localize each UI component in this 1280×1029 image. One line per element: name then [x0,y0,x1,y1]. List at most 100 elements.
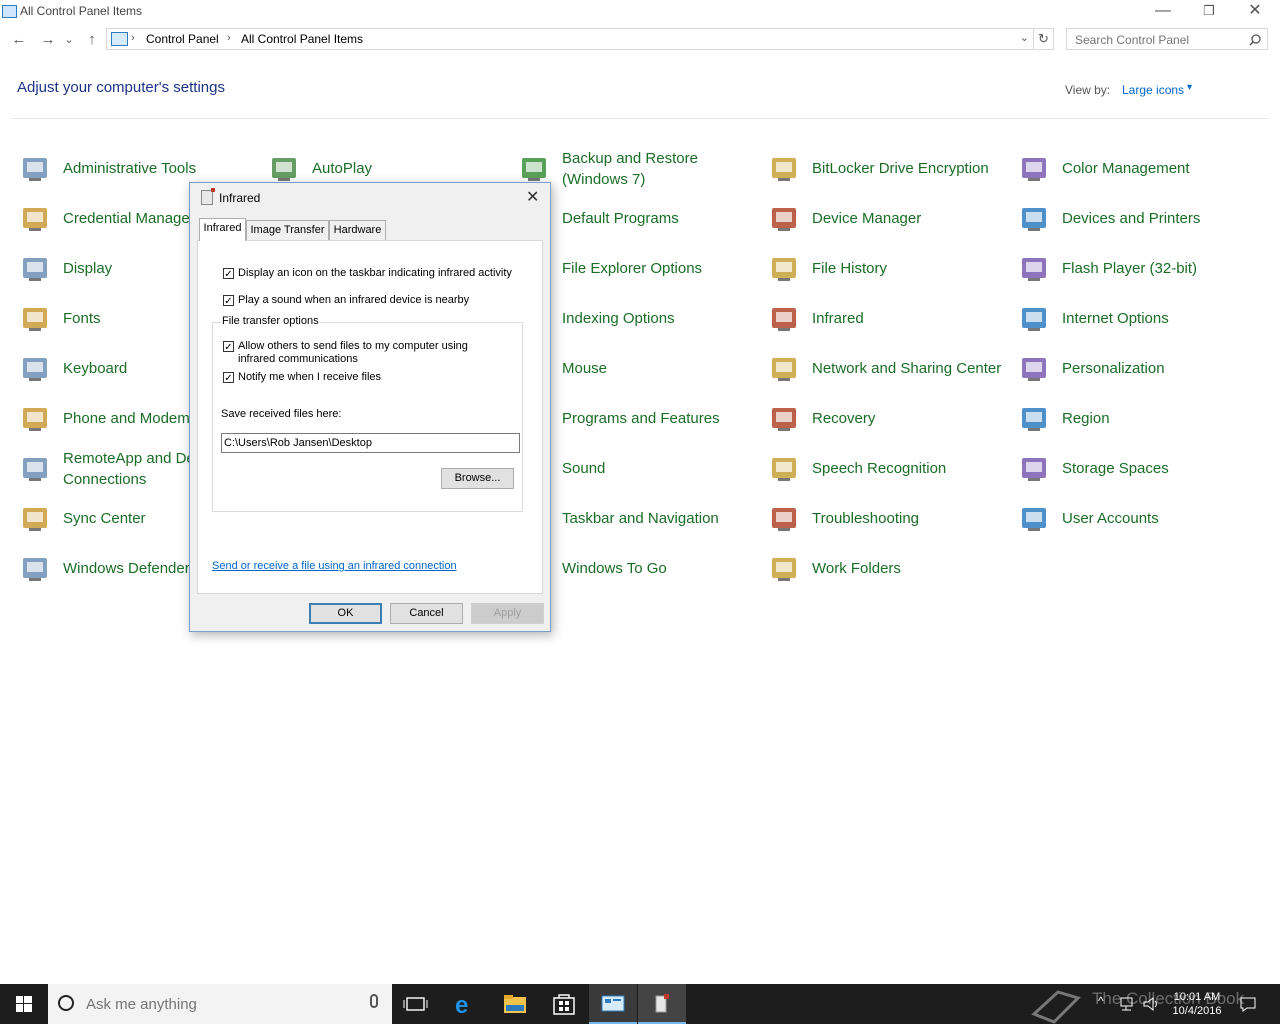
tab-hardware[interactable]: Hardware [329,220,386,240]
control-panel-item-label[interactable]: AutoPlay [312,158,372,179]
control-panel-item[interactable]: Backup and Restore (Windows 7) [518,144,768,194]
control-panel-item-label[interactable]: Indexing Options [562,308,675,329]
control-panel-item-label[interactable]: Speech Recognition [812,458,946,479]
play-sound-checkbox-label[interactable]: Play a sound when an infrared device is … [238,294,528,307]
control-panel-item[interactable]: Device Manager [768,194,1018,244]
control-panel-item[interactable]: User Accounts [1018,494,1268,544]
address-bar[interactable]: › Control Panel › All Control Panel Item… [106,28,1034,50]
back-arrow-icon[interactable]: ← [9,30,29,50]
control-panel-item[interactable]: Windows To Go [518,544,768,594]
caret-down-icon[interactable]: ▾ [1187,82,1192,93]
restore-button[interactable]: ❐ [1186,0,1232,24]
control-panel-item-label[interactable]: Color Management [1062,158,1190,179]
search-icon[interactable] [1249,34,1261,46]
cortana-search-input[interactable] [84,995,348,1014]
save-path-field[interactable]: C:\Users\Rob Jansen\Desktop [221,433,520,453]
search-input[interactable] [1073,31,1247,49]
close-button[interactable]: ✕ [1232,0,1278,24]
view-by-dropdown[interactable]: Large icons [1122,83,1184,97]
control-panel-item-label[interactable]: Windows Defender [63,558,190,579]
control-panel-item-label[interactable]: Default Programs [562,208,679,229]
control-panel-item-label[interactable]: Region [1062,408,1110,429]
search-box[interactable] [1066,28,1268,50]
control-panel-item-label[interactable]: Personalization [1062,358,1165,379]
play-sound-checkbox[interactable]: ✓ [223,295,234,307]
forward-arrow-icon[interactable]: → [38,30,58,50]
browse-button[interactable]: Browse... [441,468,514,489]
control-panel-item[interactable]: Indexing Options [518,294,768,344]
control-panel-item[interactable]: Region [1018,394,1268,444]
apply-button[interactable]: Apply [471,603,544,624]
control-panel-item[interactable]: Flash Player (32-bit) [1018,244,1268,294]
clock[interactable]: 10:01 AM 10/4/2016 [1166,990,1228,1018]
control-panel-item-label[interactable]: Device Manager [812,208,921,229]
control-panel-item-label[interactable]: User Accounts [1062,508,1159,529]
volume-icon[interactable] [1142,995,1160,1013]
control-panel-item-label[interactable]: Administrative Tools [63,158,196,179]
control-panel-item-label[interactable]: Infrared [812,308,864,329]
control-panel-item[interactable]: Speech Recognition [768,444,1018,494]
dialog-close-icon[interactable]: ✕ [526,187,539,207]
control-panel-item-label[interactable]: Mouse [562,358,607,379]
breadcrumb-separator[interactable]: › [227,32,231,44]
control-panel-item-label[interactable]: Display [63,258,112,279]
control-panel-item[interactable]: Personalization [1018,344,1268,394]
control-panel-item-label[interactable]: Credential Manager [63,208,195,229]
ok-button[interactable]: OK [309,603,382,624]
refresh-icon[interactable]: ↻ [1034,28,1054,50]
send-receive-link[interactable]: Send or receive a file using an infrared… [212,560,457,572]
control-panel-item[interactable]: Programs and Features [518,394,768,444]
control-panel-item-label[interactable]: Recovery [812,408,875,429]
control-panel-item-label[interactable]: Fonts [63,308,101,329]
breadcrumb-control-panel[interactable]: Control Panel [146,32,219,46]
control-panel-item-label[interactable]: Troubleshooting [812,508,919,529]
store-button[interactable] [540,984,588,1024]
task-view-button[interactable] [392,984,440,1024]
control-panel-item-label[interactable]: Sound [562,458,605,479]
network-icon[interactable] [1118,995,1136,1013]
control-panel-item[interactable]: Storage Spaces [1018,444,1268,494]
taskbar-icon-checkbox[interactable]: ✓ [223,268,234,280]
breadcrumb-all-items[interactable]: All Control Panel Items [241,32,363,46]
minimize-button[interactable]: — [1140,0,1186,24]
file-explorer-button[interactable] [491,984,539,1024]
control-panel-item-label[interactable]: File History [812,258,887,279]
control-panel-item[interactable]: Sound [518,444,768,494]
tab-image-transfer[interactable]: Image Transfer [246,220,329,240]
cortana-search-box[interactable] [48,984,392,1024]
control-panel-item[interactable]: Work Folders [768,544,1018,594]
control-panel-item-label[interactable]: Sync Center [63,508,146,529]
tab-infrared[interactable]: Infrared [199,218,246,241]
control-panel-item-label[interactable]: Keyboard [63,358,127,379]
control-panel-item[interactable]: File Explorer Options [518,244,768,294]
microphone-icon[interactable] [370,994,378,1008]
control-panel-item[interactable]: Mouse [518,344,768,394]
show-hidden-icons-icon[interactable]: ^ [1098,994,1104,1008]
edge-button[interactable]: e [442,984,490,1024]
start-button[interactable] [0,984,48,1024]
breadcrumb-separator[interactable]: › [131,32,135,44]
notify-checkbox-label[interactable]: Notify me when I receive files [238,371,508,384]
control-panel-item[interactable]: Infrared [768,294,1018,344]
control-panel-item[interactable]: Network and Sharing Center [768,344,1018,394]
control-panel-item[interactable]: Recovery [768,394,1018,444]
control-panel-item-label[interactable]: Backup and Restore (Windows 7) [562,148,752,190]
control-panel-item[interactable]: Internet Options [1018,294,1268,344]
control-panel-item[interactable]: Troubleshooting [768,494,1018,544]
taskbar-icon-checkbox-label[interactable]: Display an icon on the taskbar indicatin… [238,267,528,280]
control-panel-item-label[interactable]: Storage Spaces [1062,458,1169,479]
up-arrow-icon[interactable]: ↑ [82,30,102,50]
control-panel-item-label[interactable]: Taskbar and Navigation [562,508,719,529]
notify-checkbox[interactable]: ✓ [223,372,234,384]
control-panel-taskbar-button[interactable] [589,984,637,1024]
control-panel-item-label[interactable]: Windows To Go [562,558,667,579]
chevron-down-icon[interactable]: ⌄ [1020,31,1029,44]
control-panel-item[interactable]: BitLocker Drive Encryption [768,144,1018,194]
allow-files-checkbox[interactable]: ✓ [223,341,234,353]
recent-locations-chevron-icon[interactable]: ⌄ [62,30,76,50]
cancel-button[interactable]: Cancel [390,603,463,624]
control-panel-item-label[interactable]: BitLocker Drive Encryption [812,158,989,179]
control-panel-item-label[interactable]: Phone and Modem [63,408,190,429]
control-panel-item-label[interactable]: Network and Sharing Center [812,358,1001,379]
action-center-icon[interactable] [1238,994,1258,1014]
